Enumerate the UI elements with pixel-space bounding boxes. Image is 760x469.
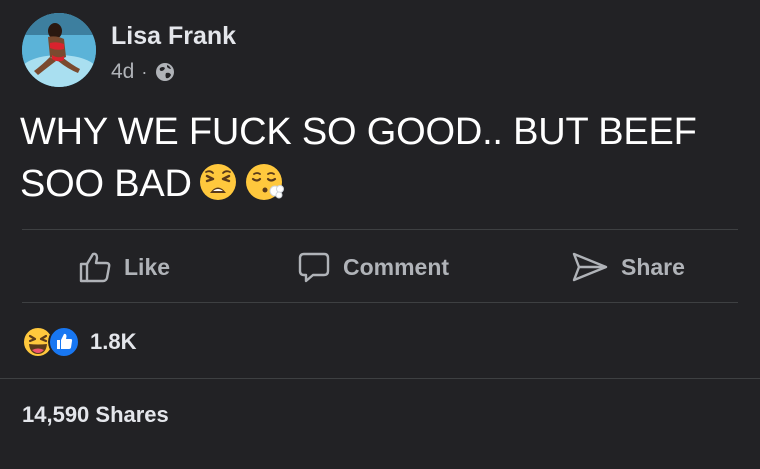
post-body: WHY WE FUCK SO GOOD.. BUT BEEF SOO BAD [20,106,740,210]
thumbs-up-icon [79,252,111,283]
thumbs-up-icon [48,326,80,358]
divider-top [22,229,738,230]
like-label: Like [124,253,171,280]
share-icon [572,252,608,282]
post-meta: 4d · [111,60,175,84]
meta-separator: · [141,61,148,82]
share-button[interactable]: Share [571,247,685,287]
post-text: WHY WE FUCK SO GOOD.. BUT BEEF SOO BAD [20,111,697,205]
share-label: Share [621,253,685,280]
globe-icon[interactable] [155,62,175,82]
like-button[interactable]: Like [78,247,170,287]
divider-bottom [0,378,760,379]
comment-icon [298,252,330,283]
post-card: Lisa Frank 4d · WHY WE FUCK SO GOOD.. BU… [0,0,760,469]
reaction-count: 1.8K [90,329,137,354]
avatar-image [22,13,96,87]
post-timestamp[interactable]: 4d [111,60,134,84]
author-name[interactable]: Lisa Frank [111,22,236,51]
divider-middle [22,302,738,303]
reactions-summary[interactable]: 1.8K [22,325,136,359]
author-avatar[interactable] [22,13,96,87]
weary-face-emoji [199,164,236,200]
face-exhaling-emoji [245,164,284,200]
comment-button[interactable]: Comment [297,247,449,287]
share-count[interactable]: 14,590 Shares [22,402,169,428]
comment-label: Comment [343,253,450,280]
